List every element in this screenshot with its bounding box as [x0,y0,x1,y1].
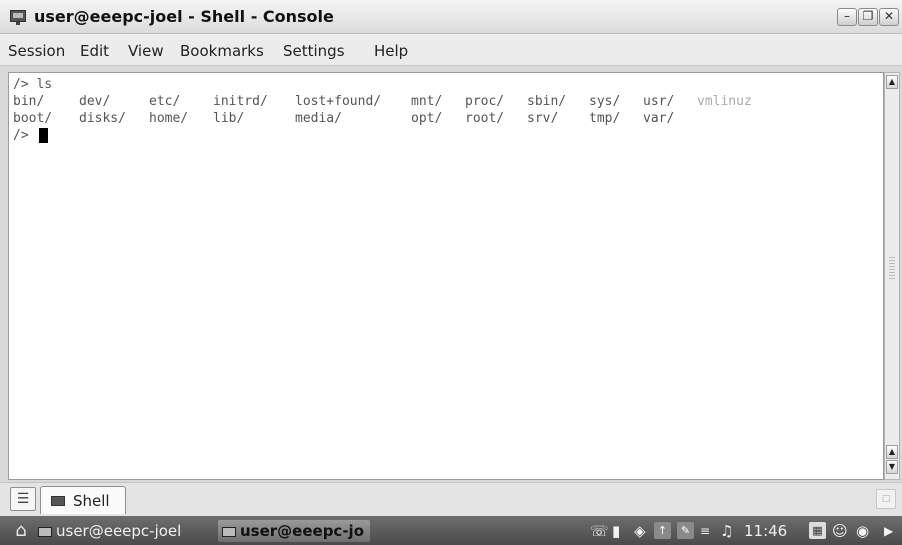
task-label: user@eeepc-joel [56,522,182,540]
speaker-icon[interactable]: ♫ [720,520,733,542]
menu-bar: Session Edit View Bookmarks Settings Hel… [0,34,902,66]
dir-entry: etc/ [149,94,181,109]
home-icon[interactable]: ⌂ [8,521,34,541]
close-icon: ✕ [883,9,895,23]
network-icon[interactable]: ☏ [590,520,609,542]
terminal-icon [10,10,26,25]
scrollbar-grip[interactable] [889,257,895,279]
volume-level-icon[interactable]: ≡ [700,520,710,542]
new-session-button[interactable]: ☰ [10,487,36,511]
window-title: user@eeepc-joel - Shell - Console [34,7,334,26]
menu-edit[interactable]: Edit [80,42,109,60]
dir-entry: media/ [295,111,342,126]
command-line: /> ls [13,77,53,92]
tab-label: Shell [73,492,110,510]
arrow-down-icon: ▼ [888,462,896,471]
taskbar: ⌂ user@eeepc-joel user@eeepc-jo ☏ ▮ ◈ ↑ … [0,516,902,545]
dir-entry: srv/ [527,111,559,126]
dir-entry: sbin/ [527,94,567,109]
task-button-console[interactable]: user@eeepc-jo [218,520,370,542]
update-icon[interactable]: ↑ [654,522,671,539]
close-button[interactable]: ✕ [879,8,899,26]
close-session-button[interactable]: □ [876,489,896,509]
task-button-computer[interactable]: user@eeepc-joel [38,520,181,542]
arrow-up-icon: ▲ [888,447,896,456]
terminal-scrollbar[interactable]: ▲ ▲ ▼ [884,72,900,480]
dir-entry: var/ [643,111,675,126]
menu-session[interactable]: Session [8,42,65,60]
menu-view[interactable]: View [128,42,164,60]
current-prompt: /> [13,128,29,143]
dir-entry: initrd/ [213,94,268,109]
dir-entry: root/ [465,111,505,126]
text-cursor [39,128,48,143]
wifi-icon[interactable]: ◈ [634,520,646,542]
arrow-up-icon: ▲ [888,77,896,86]
terminal-output[interactable]: /> ls bin/ dev/ etc/ initrd/ lost+found/… [8,72,884,480]
battery-icon[interactable]: ▮ [612,520,620,542]
arrow-right-icon[interactable]: ▶ [884,520,893,542]
keyboard-icon[interactable]: ▦ [809,522,826,539]
minimize-icon: – [844,9,850,23]
scroll-up-button-lower[interactable]: ▲ [886,445,898,459]
menu-settings[interactable]: Settings [283,42,345,60]
terminal-icon [51,496,65,506]
task-label: user@eeepc-jo [240,522,364,540]
maximize-icon: ❐ [862,9,874,23]
dir-entry: mnt/ [411,94,443,109]
dir-entry: usr/ [643,94,675,109]
smiley-icon[interactable]: ☺ [832,520,848,542]
dir-entry: home/ [149,111,189,126]
terminal-icon [222,527,236,537]
dir-entry: proc/ [465,94,505,109]
dir-entry: disks/ [79,111,126,126]
dir-entry: sys/ [589,94,621,109]
scroll-up-button[interactable]: ▲ [886,75,898,89]
notes-icon[interactable]: ✎ [677,522,694,539]
dir-entry: boot/ [13,111,53,126]
dir-entry: dev/ [79,94,111,109]
clock[interactable]: 11:46 [744,520,787,542]
menu-help[interactable]: Help [374,42,408,60]
session-tab-bar: ☰ Shell □ [0,482,902,516]
tab-shell[interactable]: Shell [40,486,126,514]
dir-entry: bin/ [13,94,45,109]
title-bar: user@eeepc-joel - Shell - Console – ❐ ✕ [0,0,902,34]
dir-entry: opt/ [411,111,443,126]
computer-icon [38,527,52,537]
dir-entry: lib/ [213,111,245,126]
dir-entry: lost+found/ [295,94,382,109]
file-entry: vmlinuz [697,94,752,109]
menu-bookmarks[interactable]: Bookmarks [180,42,264,60]
power-icon[interactable]: ◉ [856,520,869,542]
minimize-button[interactable]: – [837,8,857,26]
new-tab-icon: ☰ [16,491,30,507]
maximize-button[interactable]: ❐ [858,8,878,26]
scroll-down-button[interactable]: ▼ [886,460,898,474]
dir-entry: tmp/ [589,111,621,126]
close-tab-icon: □ [881,494,891,504]
